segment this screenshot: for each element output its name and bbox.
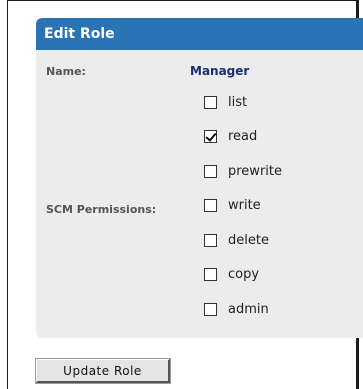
scm-permissions-label: SCM Permissions:	[46, 203, 157, 216]
permission-list[interactable]: list	[204, 92, 247, 112]
permission-label: list	[228, 94, 248, 110]
permission-read[interactable]: read	[204, 126, 257, 146]
permission-label: write	[228, 197, 261, 213]
permission-write[interactable]: write	[204, 195, 261, 215]
permission-copy[interactable]: copy	[204, 264, 259, 284]
permission-checkbox[interactable]	[204, 233, 217, 247]
permission-checkbox[interactable]	[204, 198, 217, 212]
permission-prewrite[interactable]: prewrite	[204, 161, 282, 181]
name-label: Name:	[46, 65, 86, 78]
edit-role-panel: Edit Role Name: Manager SCM Permissions:…	[36, 18, 363, 338]
permission-checkbox[interactable]	[204, 129, 217, 143]
permission-delete[interactable]: delete	[204, 230, 269, 250]
update-role-button[interactable]: Update Role	[36, 359, 170, 383]
permission-label: prewrite	[228, 163, 282, 179]
permission-label: delete	[228, 232, 269, 248]
permission-checkbox[interactable]	[204, 164, 217, 178]
permission-checkbox[interactable]	[204, 95, 217, 109]
permission-checkbox[interactable]	[204, 267, 217, 281]
permission-label: read	[228, 128, 258, 144]
permission-label: admin	[228, 301, 269, 317]
panel-title: Edit Role	[36, 18, 363, 50]
permission-checkbox[interactable]	[204, 302, 217, 316]
permission-label: copy	[228, 266, 260, 282]
role-name-value: Manager	[190, 64, 250, 78]
permission-admin[interactable]: admin	[204, 299, 269, 319]
